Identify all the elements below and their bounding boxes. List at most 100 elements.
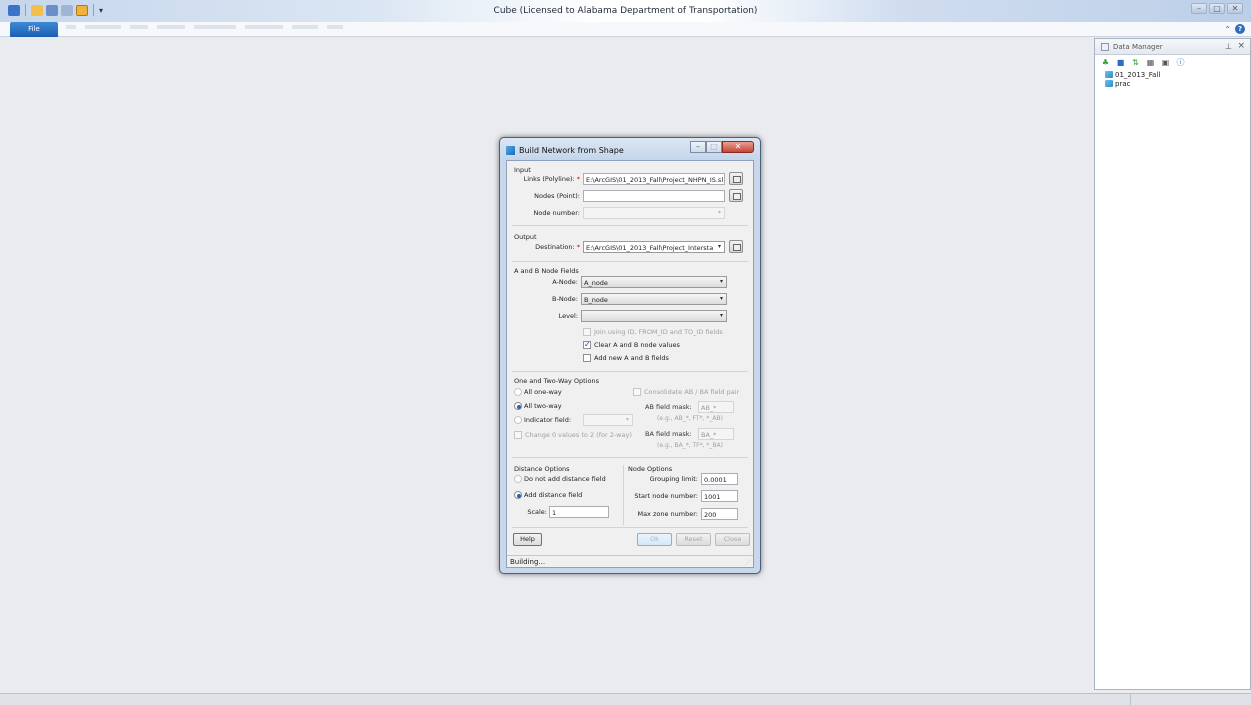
indicator-field-radio[interactable] — [514, 416, 522, 424]
add-ab-checkbox[interactable] — [583, 354, 591, 362]
indicator-field-select[interactable]: ▾ — [583, 414, 633, 426]
destination-browse-button[interactable] — [729, 240, 743, 253]
minimize-icon[interactable]: – — [1191, 3, 1207, 14]
links-browse-button[interactable] — [729, 172, 743, 185]
add-distance-label: Add distance field — [524, 491, 583, 499]
scale-field[interactable]: 1 — [549, 506, 609, 518]
all-one-way-radio[interactable] — [514, 388, 522, 396]
change-values-checkbox[interactable] — [514, 431, 522, 439]
b-node-select[interactable]: B_node ▾ — [581, 293, 727, 305]
dialog-title-bar[interactable]: Build Network from Shape – □ ✕ — [500, 138, 760, 160]
dialog-title: Build Network from Shape — [519, 146, 624, 155]
ba-mask-label: BA field mask: — [645, 430, 692, 438]
node-options-group-title: Node Options — [628, 465, 673, 473]
destination-label: Destination: * — [535, 243, 580, 251]
list-item[interactable]: 01_2013_Fall — [1105, 70, 1250, 79]
close-icon[interactable]: ✕ — [1227, 3, 1243, 14]
data-manager-toolbar: ♣ ■ ⇅ ▦ ▣ ⓘ — [1095, 55, 1250, 70]
grouping-limit-label: Grouping limit: — [649, 475, 698, 483]
links-field[interactable]: E:\ArcGIS\01_2013_Fall\Project_NHPN_IS.s… — [583, 173, 725, 185]
all-one-way-label: All one-way — [524, 388, 562, 396]
ribbon-tabs-faded — [66, 25, 343, 29]
clear-ab-checkbox[interactable] — [583, 340, 591, 349]
window-title-bar: ▾ Cube (Licensed to Alabama Department o… — [0, 0, 1251, 22]
info-icon[interactable]: ⓘ — [1176, 58, 1185, 67]
build-network-dialog: Build Network from Shape – □ ✕ Input Lin… — [499, 137, 761, 574]
data-manager-tree: 01_2013_Fall prac — [1095, 70, 1250, 88]
properties-icon[interactable]: ▣ — [1161, 58, 1170, 67]
grid-view-icon[interactable]: ▦ — [1146, 58, 1155, 67]
output-group-title: Output — [514, 233, 537, 241]
join-label: Join using ID, FROM_ID and TO_ID fields — [594, 328, 723, 336]
ba-mask-field[interactable]: BA_* — [698, 428, 734, 440]
maximize-icon[interactable]: □ — [1209, 3, 1225, 14]
max-zone-label: Max zone number: — [637, 510, 698, 518]
dialog-status-bar: Building... ⋰ — [507, 555, 753, 567]
change-values-label: Change 0 values to 2 (for 2-way) — [525, 431, 632, 439]
level-select[interactable]: ▾ — [581, 310, 727, 322]
resize-grip-icon[interactable]: ⋰ — [745, 559, 751, 566]
distance-group-title: Distance Options — [514, 465, 570, 473]
a-node-label: A-Node: — [552, 278, 578, 286]
add-distance-radio[interactable] — [514, 491, 522, 499]
links-label: Links (Polyline): * — [523, 175, 580, 183]
consolidate-label: Consolidate AB / BA field pair — [644, 388, 740, 396]
ribbon-bar: File ⌃ ? — [0, 22, 1251, 37]
open-data-icon[interactable]: ■ — [1116, 58, 1125, 67]
dialog-minimize-icon[interactable]: – — [690, 141, 706, 153]
b-node-label: B-Node: — [552, 295, 578, 303]
scale-label: Scale: — [527, 508, 547, 516]
node-number-label: Node number: — [533, 209, 580, 217]
level-label: Level: — [558, 312, 578, 320]
reset-button[interactable]: Reset — [676, 533, 711, 546]
node-number-select[interactable]: ▾ — [583, 207, 725, 219]
data-manager-title: Data Manager — [1113, 43, 1163, 51]
ab-mask-field[interactable]: AB_* — [698, 401, 734, 413]
a-node-select[interactable]: A_node ▾ — [581, 276, 727, 288]
pin-icon[interactable]: ⊥ — [1225, 42, 1232, 51]
list-item[interactable]: prac — [1105, 79, 1250, 88]
nodes-browse-button[interactable] — [729, 189, 743, 202]
ok-button[interactable]: Ok — [637, 533, 672, 546]
indicator-field-label: Indicator field: — [524, 416, 572, 424]
no-distance-label: Do not add distance field — [524, 475, 606, 483]
dialog-maximize-icon[interactable]: □ — [706, 141, 722, 153]
all-two-way-label: All two-way — [524, 402, 562, 410]
ba-mask-hint: (e.g., BA_*, TF*, *_BA) — [657, 442, 723, 449]
ab-mask-label: AB field mask: — [645, 403, 692, 411]
add-ab-label: Add new A and B fields — [594, 354, 669, 362]
destination-select[interactable]: E:\ArcGIS\01_2013_Fall\Project_Intersta ▾ — [583, 241, 725, 253]
refresh-icon[interactable]: ⇅ — [1131, 58, 1140, 67]
window-title: Cube (Licensed to Alabama Department of … — [493, 6, 758, 16]
data-manager-icon — [1101, 43, 1109, 51]
start-node-field[interactable]: 1001 — [701, 490, 738, 502]
input-group-title: Input — [514, 166, 531, 174]
start-node-label: Start node number: — [634, 492, 698, 500]
dialog-status-text: Building... — [510, 558, 546, 566]
grouping-limit-field[interactable]: 0.0001 — [701, 473, 738, 485]
help-button[interactable]: Help — [513, 533, 542, 546]
all-two-way-radio[interactable] — [514, 402, 522, 410]
data-manager-panel: Data Manager ⊥ × ♣ ■ ⇅ ▦ ▣ ⓘ 01_2013_Fal… — [1094, 38, 1251, 690]
nodes-field[interactable] — [583, 190, 725, 202]
help-icon[interactable]: ? — [1235, 24, 1245, 34]
cube-icon — [1105, 80, 1113, 87]
panel-close-icon[interactable]: × — [1237, 41, 1245, 51]
cube-icon — [1105, 71, 1113, 78]
minimize-ribbon-icon[interactable]: ⌃ — [1224, 25, 1231, 34]
max-zone-field[interactable]: 200 — [701, 508, 738, 520]
clear-ab-label: Clear A and B node values — [594, 341, 680, 349]
join-checkbox[interactable] — [583, 328, 591, 336]
dialog-close-icon[interactable]: ✕ — [722, 141, 754, 153]
close-button[interactable]: Close — [715, 533, 750, 546]
dialog-body: Input Links (Polyline): * E:\ArcGIS\01_2… — [506, 160, 754, 568]
oneway-group-title: One and Two-Way Options — [514, 377, 599, 385]
add-icon[interactable]: ♣ — [1101, 58, 1110, 67]
status-bar — [0, 693, 1251, 705]
data-manager-header: Data Manager ⊥ × — [1095, 39, 1250, 55]
file-tab[interactable]: File — [10, 22, 58, 37]
consolidate-checkbox[interactable] — [633, 388, 641, 396]
dialog-app-icon — [506, 146, 515, 155]
nodes-label: Nodes (Point): — [534, 192, 580, 200]
no-distance-radio[interactable] — [514, 475, 522, 483]
